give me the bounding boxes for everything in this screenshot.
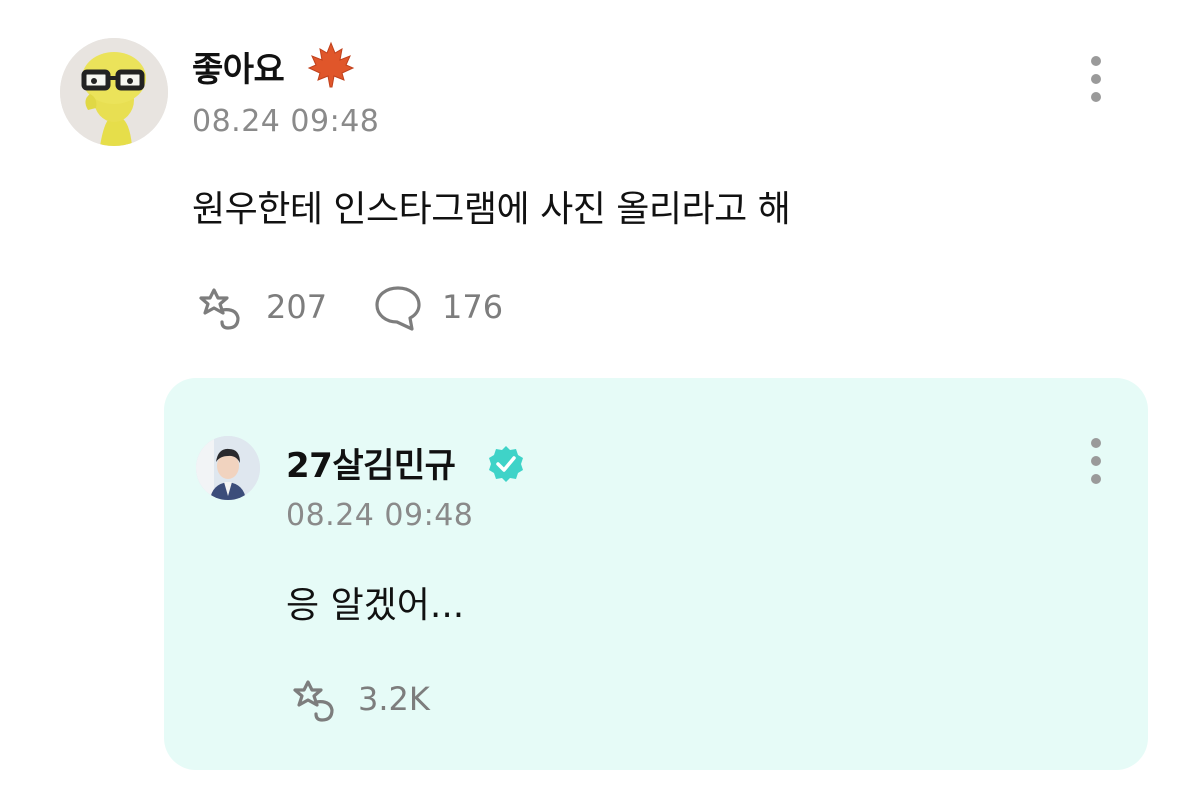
- reply-text: 응 알겠어...: [286, 585, 465, 626]
- post-timestamp: 08.24 09:48: [192, 104, 380, 139]
- avatar[interactable]: [60, 38, 168, 146]
- post-username[interactable]: 좋아요: [192, 42, 285, 91]
- comment-count: 176: [442, 288, 504, 326]
- reply-avatar-image: [196, 436, 260, 500]
- reply-reaction-icon[interactable]: [286, 674, 338, 726]
- post-more-options-icon[interactable]: [1091, 56, 1101, 110]
- reaction-count: 207: [266, 288, 328, 326]
- avatar-image: [60, 38, 168, 146]
- comment-icon[interactable]: [372, 282, 424, 334]
- reply-avatar[interactable]: [196, 436, 260, 500]
- reply-more-options-icon[interactable]: [1091, 438, 1101, 492]
- reaction-icon[interactable]: [192, 282, 244, 334]
- verified-badge-icon: [489, 446, 523, 482]
- reply-reaction-count: 3.2K: [358, 680, 430, 718]
- post-text: 원우한테 인스타그램에 사진 올리라고 해: [192, 189, 791, 230]
- reply-timestamp: 08.24 09:48: [286, 498, 474, 533]
- reply-username[interactable]: 27살김민규: [286, 438, 456, 487]
- maple-leaf-icon: [307, 41, 355, 88]
